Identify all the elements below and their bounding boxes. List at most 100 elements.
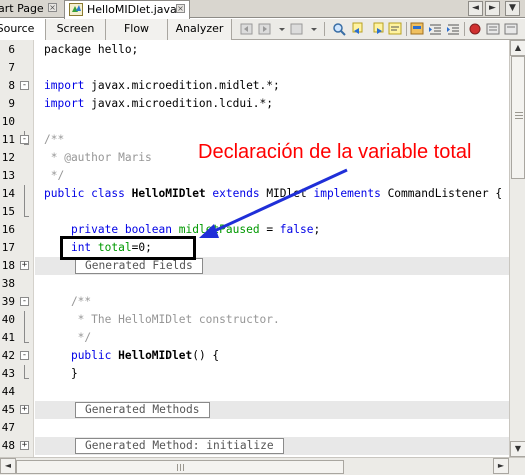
code-line[interactable]: */ xyxy=(35,329,509,347)
shift-right-icon[interactable] xyxy=(446,22,461,36)
code-token: CommandListener { xyxy=(380,187,503,200)
code-line[interactable] xyxy=(35,275,509,293)
code-line[interactable]: } xyxy=(35,365,509,383)
code-token: } xyxy=(44,367,78,380)
tab-scroll-right-icon[interactable]: ► xyxy=(485,1,500,16)
uncomment-icon[interactable] xyxy=(504,22,519,36)
code-text: package hello; xyxy=(44,41,138,59)
code-line[interactable] xyxy=(35,113,509,131)
tab-scroll-left-icon[interactable]: ◄ xyxy=(468,1,483,16)
java-file-icon xyxy=(69,3,83,16)
code-line[interactable] xyxy=(35,419,509,437)
tab-hellomidlet-java[interactable]: HelloMIDlet.java × xyxy=(64,0,190,19)
view-flow-tab[interactable]: Flow xyxy=(106,19,168,40)
code-token: import xyxy=(44,97,85,110)
code-text: */ xyxy=(44,329,91,347)
code-line[interactable] xyxy=(35,383,509,401)
view-source-tab[interactable]: Source xyxy=(0,19,46,40)
horizontal-scroll-thumb[interactable] xyxy=(16,460,344,474)
tab-start-page[interactable]: art Page × xyxy=(0,0,60,18)
dropdown-icon[interactable] xyxy=(278,22,286,36)
line-number: 45 xyxy=(1,403,15,416)
code-line[interactable]: */ xyxy=(35,167,509,185)
fold-expand-icon[interactable]: + xyxy=(20,405,29,414)
code-line[interactable]: * The HelloMIDlet constructor. xyxy=(35,311,509,329)
comment-icon[interactable] xyxy=(486,22,501,36)
code-line[interactable] xyxy=(35,59,509,77)
back-icon[interactable] xyxy=(240,22,255,36)
collapsed-generated-code-block[interactable]: Generated Methods xyxy=(75,402,210,418)
vertical-scroll-thumb[interactable] xyxy=(511,56,525,179)
fold-guide-end xyxy=(24,216,29,217)
tab-label: HelloMIDlet.java xyxy=(87,3,177,16)
fold-guide xyxy=(24,365,25,379)
code-line[interactable]: public HelloMIDlet() { xyxy=(35,347,509,365)
tab-close-icon[interactable]: × xyxy=(176,4,185,13)
code-token: package hello; xyxy=(44,43,139,56)
code-token: public xyxy=(70,349,112,362)
fold-collapse-icon[interactable]: - xyxy=(20,81,29,90)
fold-guide xyxy=(24,185,25,217)
code-line[interactable]: Generated Methods xyxy=(35,401,509,419)
scroll-left-icon[interactable]: ◄ xyxy=(0,458,16,474)
line-number: 6 xyxy=(8,43,15,56)
code-text: * The HelloMIDlet constructor. xyxy=(44,311,280,329)
find-next-icon[interactable] xyxy=(370,22,385,36)
collapsed-generated-code-block[interactable]: Generated Fields xyxy=(75,258,203,274)
fold-guide xyxy=(24,311,25,343)
shift-left-icon[interactable] xyxy=(428,22,443,36)
scroll-down-icon[interactable]: ▼ xyxy=(510,441,525,457)
code-token: ; xyxy=(313,223,321,236)
find-previous-icon[interactable] xyxy=(352,22,367,36)
line-number-gutter: 6 7 8-9 10 11-12 13 14 15 16 17 18 +38 39-40 41 42-43 4… xyxy=(0,40,34,457)
code-line[interactable]: public class HelloMIDlet extends MIDlet … xyxy=(35,185,509,203)
code-line[interactable]: import javax.microedition.lcdui.*; xyxy=(35,95,509,113)
record-macro-icon[interactable] xyxy=(468,22,483,36)
code-line[interactable]: import javax.microedition.midlet.*; xyxy=(35,77,509,95)
scroll-grip xyxy=(177,464,178,471)
code-token: * The HelloMIDlet constructor. xyxy=(44,313,280,326)
view-screen-tab[interactable]: Screen xyxy=(46,19,106,40)
fold-collapse-icon[interactable]: - xyxy=(20,297,29,306)
find-selection-icon[interactable] xyxy=(388,22,403,36)
dropdown-icon[interactable] xyxy=(310,22,318,36)
line-number: 8 xyxy=(8,79,15,92)
fold-guide-end xyxy=(24,342,29,343)
code-line[interactable]: Generated Method: initialize xyxy=(35,437,509,455)
horizontal-scrollbar[interactable]: ◄ ► xyxy=(0,457,525,475)
forward-icon[interactable] xyxy=(258,22,273,36)
line-number: 18 xyxy=(1,259,15,272)
tab-label: art Page xyxy=(0,2,44,15)
code-token: import xyxy=(44,79,85,92)
find-icon[interactable] xyxy=(332,22,347,36)
code-line[interactable]: package hello; xyxy=(35,41,509,59)
fold-collapse-icon[interactable]: - xyxy=(20,135,29,144)
scroll-grip xyxy=(180,464,181,471)
vertical-scrollbar[interactable]: ▲ ▼ xyxy=(509,40,525,457)
code-token: * @author Maris xyxy=(44,151,152,164)
collapsed-generated-code-block[interactable]: Generated Method: initialize xyxy=(75,438,284,454)
tab-close-icon[interactable]: × xyxy=(48,3,57,12)
fold-expand-icon[interactable]: + xyxy=(20,261,29,270)
tab-list-icon[interactable]: ▼ xyxy=(505,1,520,16)
toggle-highlight-icon[interactable] xyxy=(410,22,425,36)
toolbar-separator xyxy=(464,22,465,36)
back-history-icon[interactable] xyxy=(290,22,305,36)
fold-expand-icon[interactable]: + xyxy=(20,441,29,450)
line-number: 38 xyxy=(1,277,15,290)
scroll-right-icon[interactable]: ► xyxy=(493,458,509,474)
code-line[interactable]: /** xyxy=(35,293,509,311)
line-number: 39 xyxy=(1,295,15,308)
code-line[interactable] xyxy=(35,203,509,221)
code-token: = xyxy=(259,223,280,236)
code-token: private boolean xyxy=(70,223,172,236)
code-text: /** xyxy=(44,131,64,149)
scroll-grip xyxy=(515,112,523,113)
code-text: * @author Maris xyxy=(44,149,152,167)
code-token: HelloMIDlet xyxy=(118,349,193,362)
scroll-grip xyxy=(183,464,184,471)
toolbar-separator xyxy=(324,22,325,36)
fold-collapse-icon[interactable]: - xyxy=(20,351,29,360)
view-analyzer-tab[interactable]: Analyzer xyxy=(168,19,232,40)
scroll-up-icon[interactable]: ▲ xyxy=(510,40,525,56)
